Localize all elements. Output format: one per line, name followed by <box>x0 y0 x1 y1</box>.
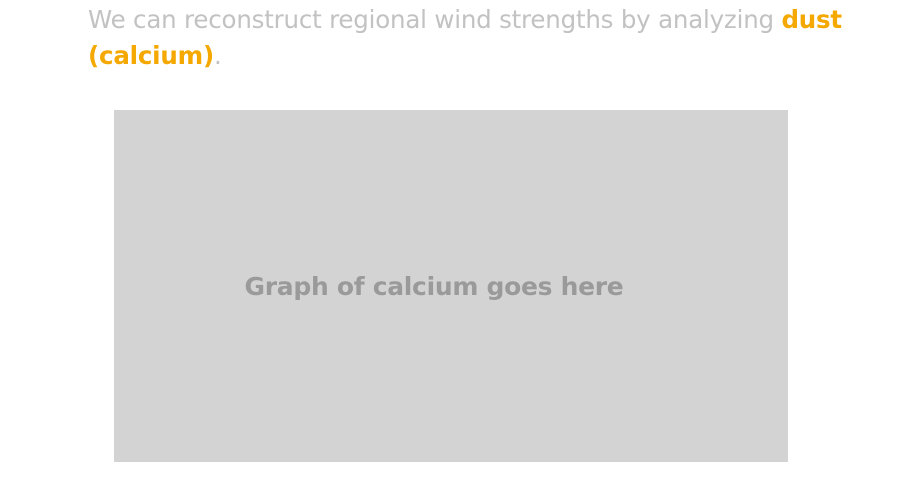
intro-paragraph: We can reconstruct regional wind strengt… <box>88 2 848 74</box>
graph-placeholder: Graph of calcium goes here <box>114 110 788 462</box>
intro-text: We can reconstruct regional wind strengt… <box>88 5 782 34</box>
slide: We can reconstruct regional wind strengt… <box>0 0 900 500</box>
intro-period: . <box>213 41 222 70</box>
graph-placeholder-label: Graph of calcium goes here <box>244 271 624 301</box>
